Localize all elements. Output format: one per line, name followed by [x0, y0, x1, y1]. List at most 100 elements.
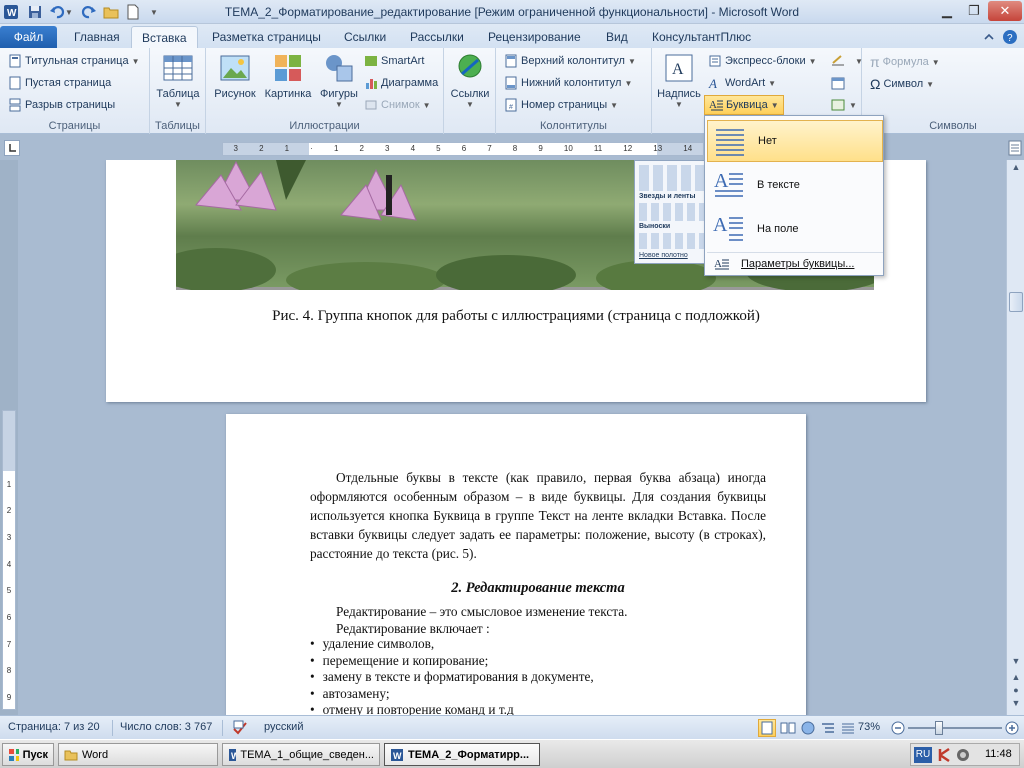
- group-symbols: π Формула ▼ Ω Символ ▼ Символы: [862, 48, 1024, 134]
- horizontal-ruler[interactable]: 3 2 1 · 1 2 3 4 5 6 7 8 9 10 11 12 13 14: [222, 142, 703, 156]
- svg-text:A: A: [709, 99, 717, 111]
- screenshot-button[interactable]: Снимок ▼: [364, 98, 431, 112]
- signature-line-button[interactable]: ▼: [830, 54, 863, 68]
- minimize-ribbon-icon[interactable]: [982, 30, 996, 44]
- scrollbar-thumb[interactable]: [1009, 292, 1023, 312]
- svg-text:W: W: [393, 751, 402, 761]
- word-count[interactable]: Число слов: 3 767: [120, 721, 212, 733]
- list-item: • удаление символов,: [310, 636, 435, 651]
- tab-mailings[interactable]: Рассылки: [400, 26, 474, 48]
- dropcap-dropped-item[interactable]: A В тексте: [707, 164, 883, 206]
- title-page-button[interactable]: Титульная страница ▼: [8, 54, 140, 68]
- textbox-button[interactable]: A Надпись ▼: [654, 52, 704, 109]
- header-icon: [505, 54, 517, 68]
- table-button[interactable]: Таблица ▼: [154, 52, 202, 109]
- windows-logo-icon: [9, 748, 19, 761]
- word-doc-icon: W: [391, 748, 403, 761]
- list-item: • автозамену;: [310, 685, 390, 701]
- symbol-button[interactable]: Ω Символ ▼: [870, 76, 934, 92]
- vertical-ruler[interactable]: 123456789: [2, 410, 16, 710]
- antivirus-icon[interactable]: [937, 747, 953, 763]
- view-ruler-icon[interactable]: [1008, 140, 1022, 156]
- links-button[interactable]: Ссылки ▼: [448, 52, 492, 109]
- draft-view-icon[interactable]: [840, 720, 856, 736]
- restore-button[interactable]: ❐: [961, 1, 987, 21]
- taskbar: Пуск Word WТЕМА_1_общие_сведен... WТЕМА_…: [0, 739, 1024, 768]
- dropcap-none-icon: [712, 123, 748, 159]
- zoom-level[interactable]: 73%: [858, 721, 880, 733]
- print-layout-view-icon[interactable]: [758, 719, 776, 737]
- tab-home[interactable]: Главная: [64, 26, 130, 48]
- tab-review[interactable]: Рецензирование: [478, 26, 591, 48]
- svg-text:W: W: [231, 751, 236, 761]
- paragraph-dropcap[interactable]: Отдельные буквы в тексте (как правило, п…: [310, 468, 766, 563]
- dropcap-menu: Нет A В тексте A На поле A Параметры бук…: [704, 115, 884, 276]
- system-tray: RU 11:48: [910, 743, 1020, 766]
- wordart-icon: A: [708, 76, 717, 90]
- figure-caption: Рис. 4. Группа кнопок для работы с иллюс…: [272, 308, 760, 324]
- help-icon[interactable]: ?: [1002, 29, 1018, 45]
- shapes-icon: [323, 52, 355, 84]
- scroll-down-icon[interactable]: ▼: [1009, 656, 1023, 670]
- scroll-up-icon[interactable]: ▲: [1009, 162, 1023, 176]
- header-button[interactable]: Верхний колонтитул ▼: [504, 54, 636, 68]
- taskbar-item-folder[interactable]: Word: [58, 743, 218, 766]
- tab-selector-icon[interactable]: [4, 140, 20, 156]
- clipart-button[interactable]: Картинка: [262, 52, 314, 100]
- group-label-pages: Страницы: [48, 120, 101, 132]
- tab-file[interactable]: Файл: [0, 26, 57, 48]
- group-label-symbols: Символы: [929, 120, 977, 132]
- document-page-2[interactable]: Отдельные буквы в тексте (как правило, п…: [226, 414, 806, 715]
- outline-view-icon[interactable]: [820, 720, 836, 736]
- chart-button[interactable]: Диаграмма: [364, 76, 438, 90]
- blank-page-icon: [9, 76, 21, 90]
- dropcap-button[interactable]: A Буквица ▼: [704, 95, 784, 115]
- list-item: • отмену и повторение команд и т.д: [310, 702, 514, 715]
- minimize-button[interactable]: ▁: [934, 1, 960, 21]
- group-label-tables: Таблицы: [155, 120, 200, 132]
- taskbar-item-doc1[interactable]: WТЕМА_1_общие_сведен...: [222, 743, 380, 766]
- tab-consultantplus[interactable]: КонсультантПлюс: [642, 26, 761, 48]
- dropcap-dropped-icon: A: [711, 167, 747, 203]
- formula-button[interactable]: π Формула ▼: [870, 54, 940, 70]
- dropcap-in-margin-item[interactable]: A На поле: [707, 208, 883, 250]
- tab-references[interactable]: Ссылки: [334, 26, 396, 48]
- page-number-button[interactable]: # Номер страницы ▼: [504, 98, 618, 112]
- zoom-in-icon[interactable]: [1004, 720, 1020, 736]
- zoom-slider[interactable]: [908, 727, 1002, 729]
- object-button[interactable]: ▼: [830, 98, 857, 112]
- dropcap-options-item[interactable]: A Параметры буквицы...: [707, 254, 883, 274]
- taskbar-item-doc2[interactable]: W ТЕМА_2_Форматирр...: [384, 743, 540, 766]
- footer-button[interactable]: Нижний колонтитул ▼: [504, 76, 632, 90]
- full-screen-reading-icon[interactable]: [780, 720, 796, 736]
- page-break-icon: [9, 98, 21, 112]
- proofing-icon[interactable]: [232, 720, 248, 736]
- web-layout-icon[interactable]: [800, 720, 816, 736]
- page-number-icon: #: [505, 98, 517, 112]
- page-counter[interactable]: Страница: 7 из 20: [8, 721, 100, 733]
- close-button[interactable]: ✕: [988, 1, 1022, 21]
- smartart-button[interactable]: SmartArt: [364, 54, 424, 68]
- select-browse-object-icon[interactable]: ●: [1009, 685, 1023, 697]
- wordart-button[interactable]: A WordArt ▼: [708, 76, 776, 90]
- language-indicator[interactable]: русский: [264, 721, 303, 733]
- section-heading: 2. Редактирование текста: [451, 580, 625, 596]
- tab-insert[interactable]: Вставка: [131, 26, 198, 48]
- previous-page-icon[interactable]: ▲: [1009, 672, 1023, 686]
- tray-app-icon[interactable]: [955, 747, 971, 763]
- page-break-button[interactable]: Разрыв страницы: [8, 98, 115, 112]
- zoom-slider-thumb[interactable]: [935, 721, 943, 735]
- shapes-button[interactable]: Фигуры ▼: [316, 52, 362, 109]
- tab-view[interactable]: Вид: [596, 26, 638, 48]
- zoom-out-icon[interactable]: [890, 720, 906, 736]
- tab-page-layout[interactable]: Разметка страницы: [202, 26, 331, 48]
- date-time-button[interactable]: [830, 76, 846, 90]
- dropcap-none-item[interactable]: Нет: [707, 120, 883, 162]
- picture-button[interactable]: Рисунок: [210, 52, 260, 100]
- vertical-scrollbar[interactable]: ▲ ▼ ▲ ● ▼: [1006, 160, 1024, 715]
- language-switch[interactable]: RU: [914, 747, 932, 763]
- next-page-icon[interactable]: ▼: [1009, 698, 1023, 712]
- blank-page-button[interactable]: Пустая страница: [8, 76, 111, 90]
- start-button[interactable]: Пуск: [2, 743, 54, 766]
- quickparts-button[interactable]: Экспресс-блоки ▼: [708, 54, 817, 68]
